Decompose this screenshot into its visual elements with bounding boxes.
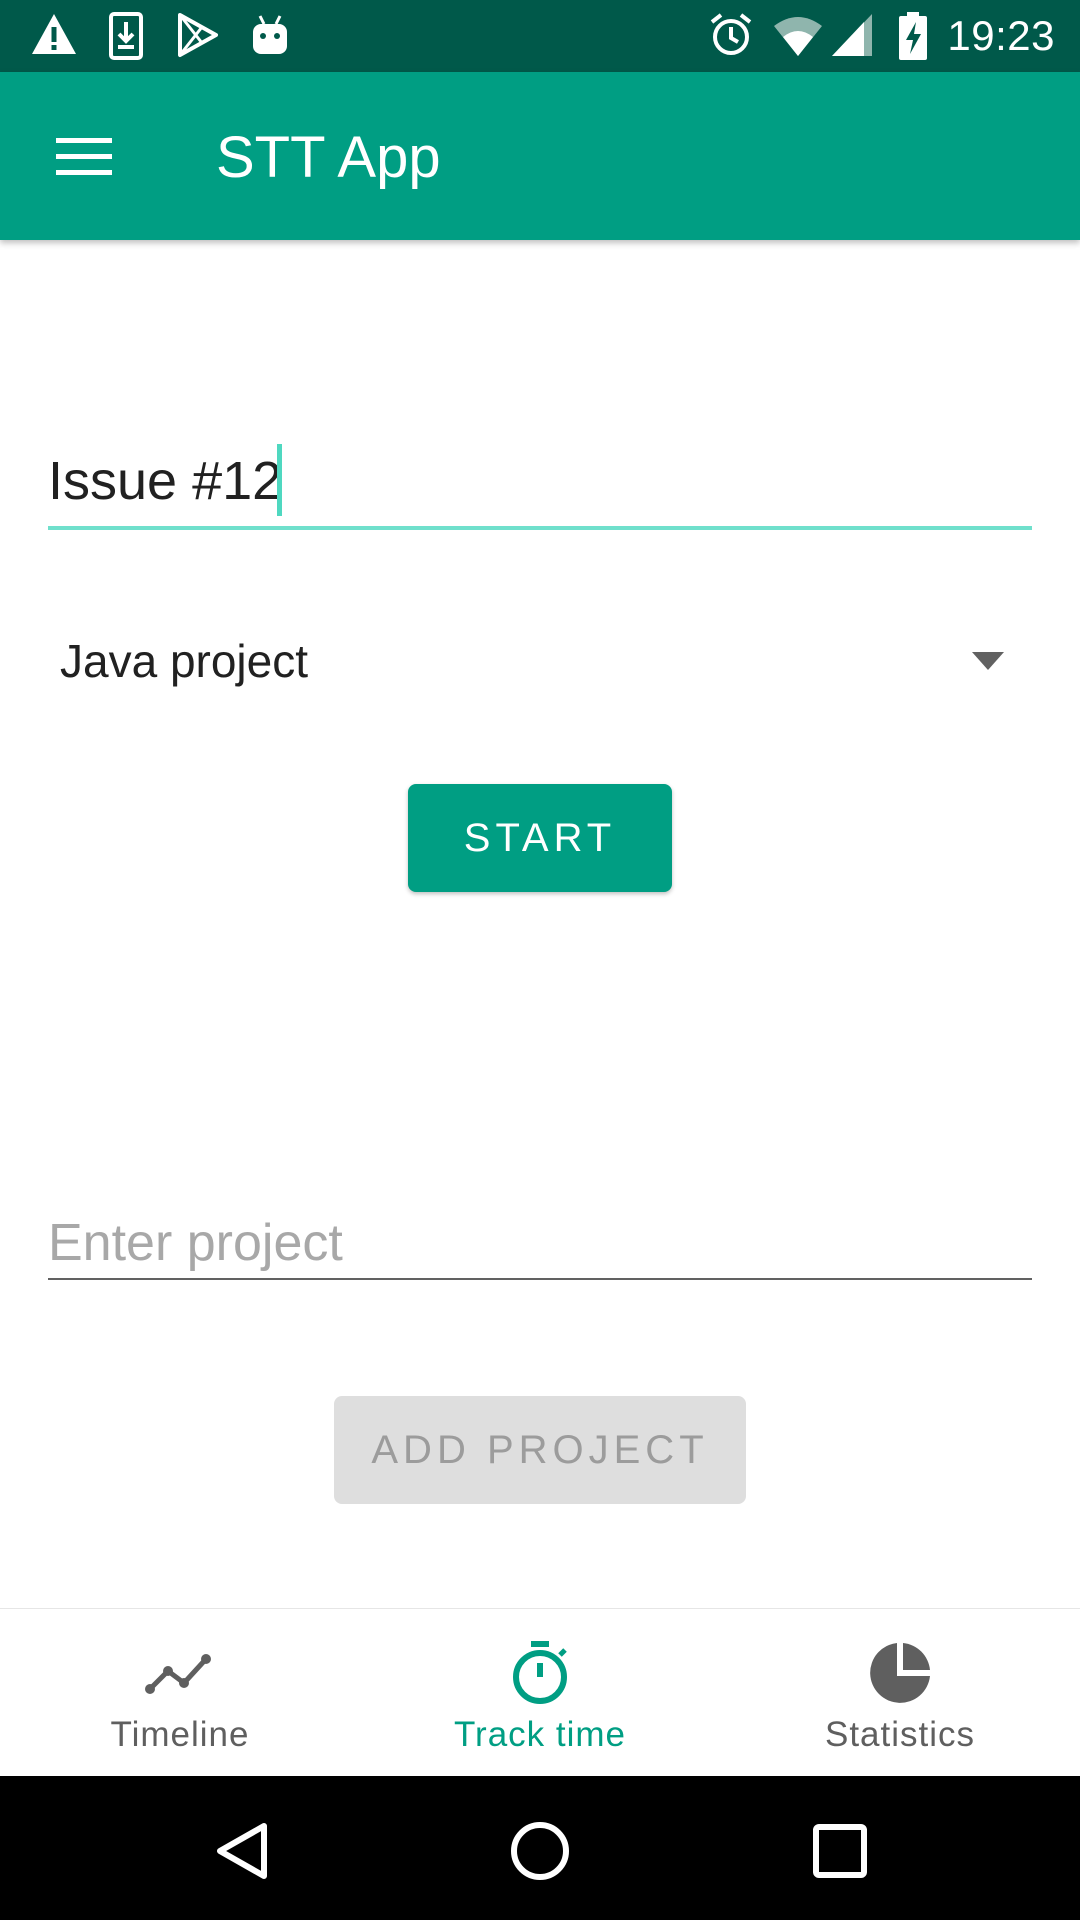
- nav-label-statistics: Statistics: [824, 1715, 976, 1754]
- nav-item-track-time[interactable]: Track time: [360, 1609, 720, 1777]
- project-dropdown-value: Java project: [60, 635, 309, 687]
- home-icon[interactable]: [505, 1816, 575, 1886]
- alarm-icon: [710, 13, 752, 55]
- android-icon: [253, 15, 287, 54]
- nav-label-timeline: Timeline: [110, 1715, 250, 1754]
- status-bar: 19:23: [0, 0, 1080, 72]
- system-navigation-bar: [0, 1776, 1080, 1920]
- start-button[interactable]: START: [408, 784, 672, 892]
- issue-input-value: Issue #12: [48, 451, 283, 511]
- pie-chart-icon: [870, 1643, 930, 1703]
- nav-label-track-time: Track time: [453, 1715, 627, 1754]
- text-caret: [277, 444, 282, 516]
- nav-item-statistics[interactable]: Statistics: [720, 1609, 1080, 1777]
- warning-icon: [32, 14, 76, 54]
- wifi-icon: [774, 17, 822, 56]
- project-input[interactable]: [48, 1210, 1032, 1276]
- nav-item-timeline[interactable]: Timeline: [0, 1609, 360, 1777]
- app-bar: STT App: [0, 72, 1080, 240]
- app-title: STT App: [216, 125, 441, 190]
- menu-button[interactable]: [42, 122, 126, 190]
- status-time: 19:23: [947, 12, 1055, 59]
- battery-charging-icon: [899, 12, 927, 60]
- menu-icon: [56, 138, 112, 175]
- project-field: [48, 1200, 1032, 1280]
- recents-icon[interactable]: [805, 1816, 875, 1886]
- timeline-icon: [145, 1654, 211, 1694]
- project-dropdown[interactable]: Java project: [48, 610, 1032, 710]
- issue-input[interactable]: Issue #12: [48, 440, 1032, 530]
- bottom-navigation: Timeline Track time Statistics: [0, 1608, 1080, 1777]
- download-icon: [109, 12, 143, 60]
- signal-icon: [832, 14, 872, 56]
- stopwatch-icon: [513, 1641, 567, 1704]
- add-project-button[interactable]: ADD PROJECT: [334, 1396, 746, 1504]
- dropdown-arrow-icon: [972, 652, 1004, 670]
- play-store-icon: [178, 13, 218, 57]
- back-icon[interactable]: [206, 1816, 276, 1886]
